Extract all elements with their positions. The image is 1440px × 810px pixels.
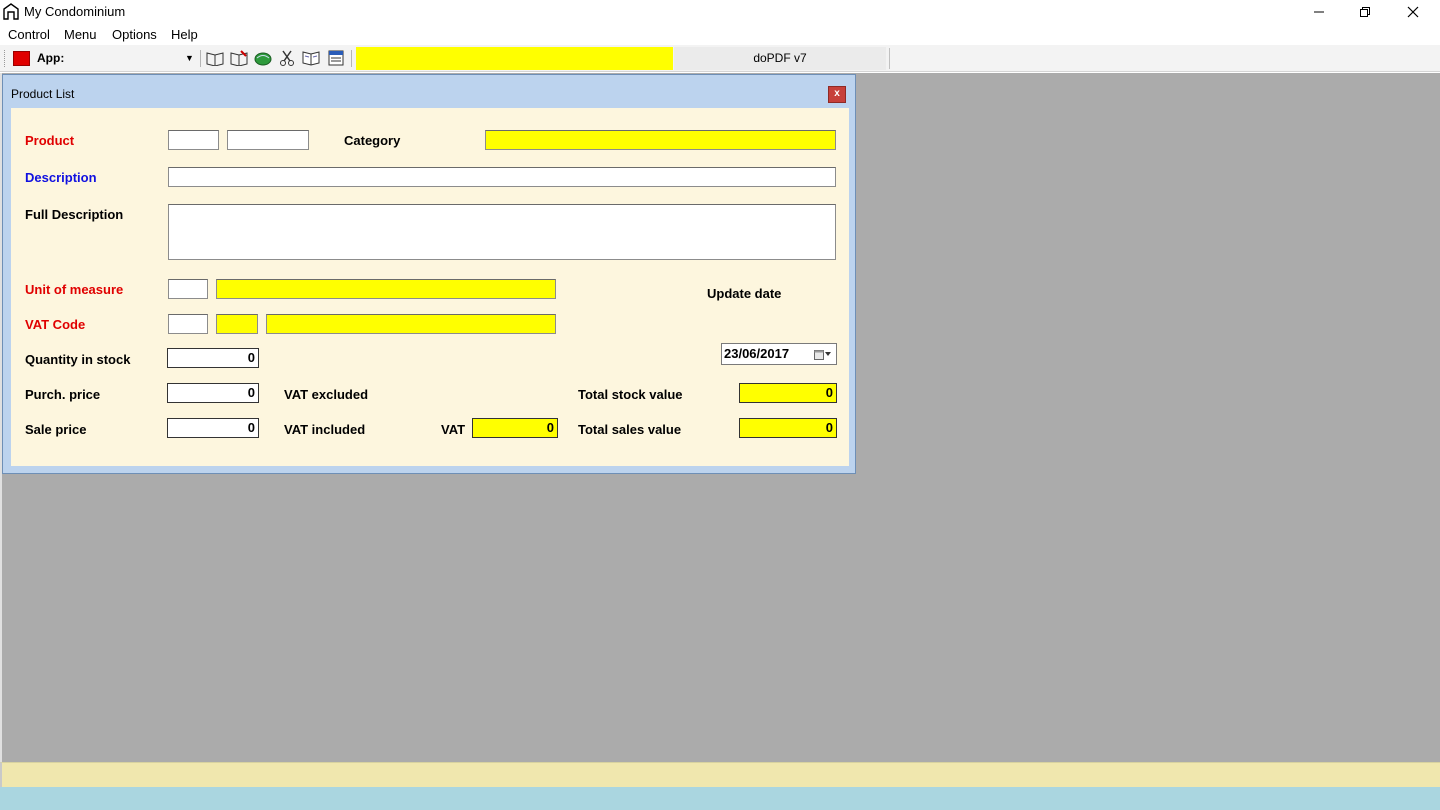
product-label: Product (25, 133, 75, 148)
vat-excluded-label: VAT excluded (284, 387, 369, 402)
window-title: My Condominium (24, 4, 126, 19)
vat-description-field[interactable] (266, 314, 556, 334)
unit-of-measure-label: Unit of measure (25, 282, 124, 297)
edit-book-icon[interactable] (230, 49, 248, 67)
toolbar-separator (889, 48, 890, 69)
open-book-icon[interactable] (206, 49, 224, 67)
chevron-down-icon[interactable]: ▼ (185, 53, 194, 63)
total-stock-value-label: Total stock value (578, 387, 683, 402)
minimize-icon (1314, 11, 1324, 13)
secondary-status-bar (0, 787, 1440, 810)
status-bar (0, 762, 1440, 787)
update-date-value: 23/06/2017 (724, 346, 790, 361)
window-icon[interactable] (327, 49, 345, 67)
unit-description-field[interactable] (216, 279, 556, 299)
category-field[interactable] (485, 130, 836, 150)
restore-button[interactable] (1342, 0, 1388, 24)
toolbar-separator (200, 50, 201, 67)
printer-selector[interactable]: doPDF v7 (674, 47, 886, 70)
title-bar: My Condominium (0, 0, 1440, 24)
total-sales-value-field: 0 (739, 418, 837, 438)
total-sales-value-label: Total sales value (578, 422, 682, 437)
category-label: Category (344, 133, 401, 148)
close-icon (1407, 6, 1419, 18)
close-window-button[interactable] (1390, 0, 1436, 24)
full-description-label: Full Description (25, 207, 124, 222)
sale-price-field[interactable]: 0 (167, 418, 259, 438)
calendar-dropdown-icon[interactable] (814, 347, 831, 361)
total-stock-value-field: 0 (739, 383, 837, 403)
vat-included-label: VAT included (284, 422, 366, 437)
vat-code-label: VAT Code (25, 317, 86, 332)
restore-icon (1360, 7, 1370, 17)
description-label[interactable]: Description (25, 170, 97, 185)
vat-rate-field[interactable] (216, 314, 258, 334)
vat-amount-field: 0 (472, 418, 558, 438)
toolbar-status-field (356, 47, 673, 70)
globe-icon[interactable] (254, 49, 272, 67)
dialog-close-button[interactable]: x (828, 86, 846, 103)
book-icon[interactable] (302, 49, 320, 67)
menu-menu[interactable]: Menu (64, 27, 97, 42)
minimize-button[interactable] (1296, 0, 1342, 24)
description-field[interactable] (168, 167, 836, 187)
app-flag-icon (13, 51, 30, 66)
menu-bar: Control Menu Options Help (0, 24, 1440, 45)
full-description-textarea[interactable] (168, 204, 836, 260)
quantity-in-stock-field[interactable]: 0 (167, 348, 259, 368)
update-date-picker[interactable]: 23/06/2017 (721, 343, 837, 365)
purch-price-field[interactable]: 0 (167, 383, 259, 403)
toolbar-grip[interactable] (4, 50, 7, 67)
vat-code-field[interactable] (168, 314, 208, 334)
quantity-in-stock-label: Quantity in stock (25, 352, 131, 367)
toolbar-separator (351, 50, 352, 67)
update-date-label: Update date (707, 286, 782, 301)
menu-options[interactable]: Options (112, 27, 157, 42)
unit-code-field[interactable] (168, 279, 208, 299)
product-list-dialog: Product List x Product Category Descript… (2, 74, 856, 474)
product-form: Product Category Description Full Descri… (11, 108, 849, 466)
sale-price-label: Sale price (25, 422, 87, 437)
menu-help[interactable]: Help (171, 27, 198, 42)
app-icon (3, 3, 19, 20)
dialog-title: Product List (11, 87, 75, 101)
vat-label: VAT (441, 422, 466, 437)
purch-price-label: Purch. price (25, 387, 101, 402)
product-code2-field[interactable] (227, 130, 309, 150)
menu-control[interactable]: Control (8, 27, 50, 42)
app-selector-label[interactable]: App: (37, 51, 64, 65)
toolbar: App: ▼ doPDF v7 (0, 45, 1440, 72)
scissors-icon[interactable] (278, 49, 296, 67)
product-code-field[interactable] (168, 130, 219, 150)
